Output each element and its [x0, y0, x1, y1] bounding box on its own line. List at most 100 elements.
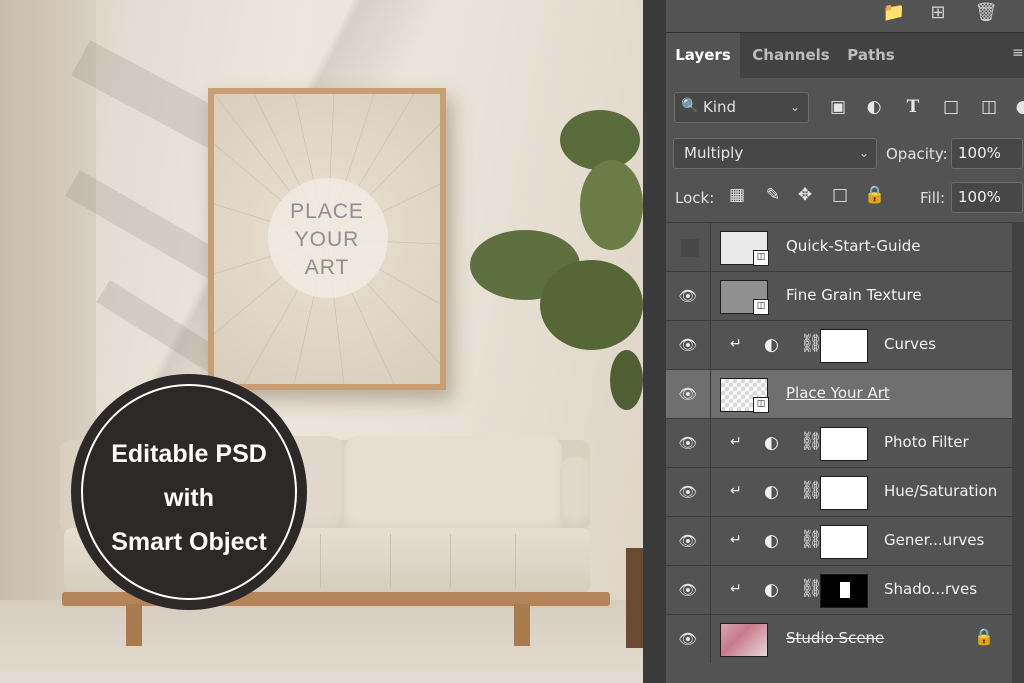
trash-icon[interactable]: 🗑 [974, 2, 998, 24]
tab-paths[interactable]: Paths [840, 33, 902, 78]
layer-row[interactable]: 👁 ◫ Fine Grain Texture [666, 271, 1012, 320]
new-layer-icon[interactable]: ⊞ [926, 2, 950, 24]
visibility-cell[interactable] [666, 223, 711, 271]
layer-name: Shado...rves [884, 580, 978, 598]
layer-mask-thumbnail [820, 329, 868, 363]
layer-row[interactable]: 👁 ↵ ◐ ⛓ Curves [666, 320, 1012, 369]
chevron-down-icon: ⌄ [859, 146, 870, 160]
sofa-cushion [344, 436, 562, 532]
eye-icon[interactable]: 👁 [678, 434, 698, 452]
lock-all-icon[interactable]: 🔒 [864, 184, 886, 206]
visibility-cell[interactable]: 👁 [666, 615, 711, 663]
art-text-line: PLACE [290, 200, 364, 223]
seat-seam [390, 534, 391, 588]
layer-name: Place Your Art [786, 384, 890, 402]
art-text-line: ART [304, 256, 350, 279]
clipping-arrow-icon: ↵ [730, 532, 742, 548]
layer-name: Fine Grain Texture [786, 286, 922, 304]
clipping-arrow-icon: ↵ [730, 581, 742, 597]
opacity-input[interactable]: 100% [951, 138, 1023, 169]
seat-seam [515, 534, 516, 588]
eye-icon[interactable]: 👁 [678, 483, 698, 501]
layer-name: Hue/Saturation [884, 482, 998, 500]
adjustment-layer-icon: ◐ [764, 531, 779, 551]
sofa-leg [126, 604, 142, 646]
layer-list-scrollbar[interactable] [1012, 222, 1024, 683]
filter-toggle-icon[interactable]: ● [1012, 96, 1024, 118]
smart-object-icon: ◫ [753, 397, 769, 413]
eye-icon[interactable]: 👁 [678, 385, 698, 403]
plant-foliage [560, 110, 640, 170]
panel-menu-icon[interactable]: ≡ [1012, 45, 1024, 61]
visibility-cell[interactable]: 👁 [666, 566, 711, 614]
visibility-cell[interactable]: 👁 [666, 321, 711, 369]
layers-panel: 📁 ⊞ 🗑 Layers Channels Paths ≡ 🔍 Kind ⌄ ▣… [643, 0, 1024, 683]
visibility-cell[interactable]: 👁 [666, 272, 711, 320]
layer-row[interactable]: 👁 ↵ ◐ ⛓ Gener...urves [666, 516, 1012, 565]
layer-row[interactable]: 👁 ↵ ◐ ⛓ Shado...rves [666, 565, 1012, 614]
eye-icon[interactable]: 👁 [678, 336, 698, 354]
layer-row[interactable]: ◫ Quick-Start-Guide [666, 222, 1012, 271]
visibility-cell[interactable]: 👁 [666, 517, 711, 565]
opacity-value: 100% [958, 144, 1001, 162]
tab-channels[interactable]: Channels [746, 33, 836, 78]
lock-label: Lock: [675, 189, 715, 207]
panel-top-bar: 📁 ⊞ 🗑 [666, 0, 1024, 32]
layer-mask-thumbnail [820, 427, 868, 461]
eye-icon[interactable]: 👁 [678, 630, 698, 648]
seat-seam [450, 534, 451, 588]
adjustment-layer-icon: ◐ [764, 433, 779, 453]
folder-icon[interactable]: 📁 [882, 2, 906, 24]
clipping-arrow-icon: ↵ [730, 483, 742, 499]
fill-value: 100% [958, 188, 1001, 206]
lock-image-icon[interactable]: ✎ [762, 184, 784, 206]
lock-artboard-icon[interactable]: □ [829, 184, 851, 206]
blend-mode-value: Multiply [684, 144, 744, 162]
type-filter-icon[interactable]: T [902, 96, 924, 118]
eye-icon[interactable]: 👁 [678, 581, 698, 599]
mask-hole [840, 582, 850, 598]
visibility-cell[interactable]: 👁 [666, 370, 711, 418]
smart-object-filter-icon[interactable]: ◫ [978, 96, 1000, 118]
lock-position-icon[interactable]: ✥ [794, 184, 816, 206]
layer-name: Gener...urves [884, 531, 985, 549]
adjustment-layer-icon: ◐ [764, 482, 779, 502]
layer-filter-select[interactable]: 🔍 Kind ⌄ [674, 92, 809, 123]
layer-row[interactable]: 👁 ↵ ◐ ⛓ Photo Filter [666, 418, 1012, 467]
opacity-label: Opacity: [886, 145, 948, 163]
badge-line: Editable PSD [111, 440, 267, 468]
visibility-cell[interactable]: 👁 [666, 419, 711, 467]
filter-kind-label: Kind [703, 98, 737, 116]
chevron-down-icon: ⌄ [790, 100, 801, 114]
tab-layers[interactable]: Layers [666, 33, 740, 78]
seat-seam [320, 534, 321, 588]
lock-transparent-icon[interactable]: ▦ [726, 184, 748, 206]
layer-list: ◫ Quick-Start-Guide 👁 ◫ Fine Grain Textu… [666, 222, 1024, 683]
visibility-off-box[interactable] [681, 239, 699, 257]
art-placeholder-text: PLACE YOUR ART [214, 198, 440, 282]
search-icon: 🔍 [681, 98, 699, 114]
fill-label: Fill: [920, 189, 946, 207]
layer-mask-thumbnail [820, 525, 868, 559]
layer-thumbnail: ◫ [720, 378, 769, 413]
plant-foliage [580, 160, 643, 250]
adjustment-filter-icon[interactable]: ◐ [863, 96, 885, 118]
side-table [626, 548, 643, 648]
plant-foliage [610, 350, 643, 410]
sofa-leg [514, 604, 530, 646]
eye-icon[interactable]: 👁 [678, 287, 698, 305]
badge-text: Editable PSD with Smart Object [74, 432, 304, 564]
image-filter-icon[interactable]: ▣ [827, 96, 849, 118]
picture-frame: PLACE YOUR ART [208, 88, 446, 390]
fill-input[interactable]: 100% [951, 182, 1023, 213]
eye-icon[interactable]: 👁 [678, 532, 698, 550]
layer-row[interactable]: 👁 Studio Scene 🔒 [666, 614, 1012, 663]
adjustment-layer-icon: ◐ [764, 580, 779, 600]
adjustment-layer-icon: ◐ [764, 335, 779, 355]
layer-row[interactable]: 👁 ↵ ◐ ⛓ Hue/Saturation [666, 467, 1012, 516]
layer-row-selected[interactable]: 👁 ◫ Place Your Art [666, 369, 1012, 418]
visibility-cell[interactable]: 👁 [666, 468, 711, 516]
clipping-arrow-icon: ↵ [730, 434, 742, 450]
blend-mode-select[interactable]: Multiply ⌄ [673, 138, 877, 169]
shape-filter-icon[interactable]: □ [940, 96, 962, 118]
